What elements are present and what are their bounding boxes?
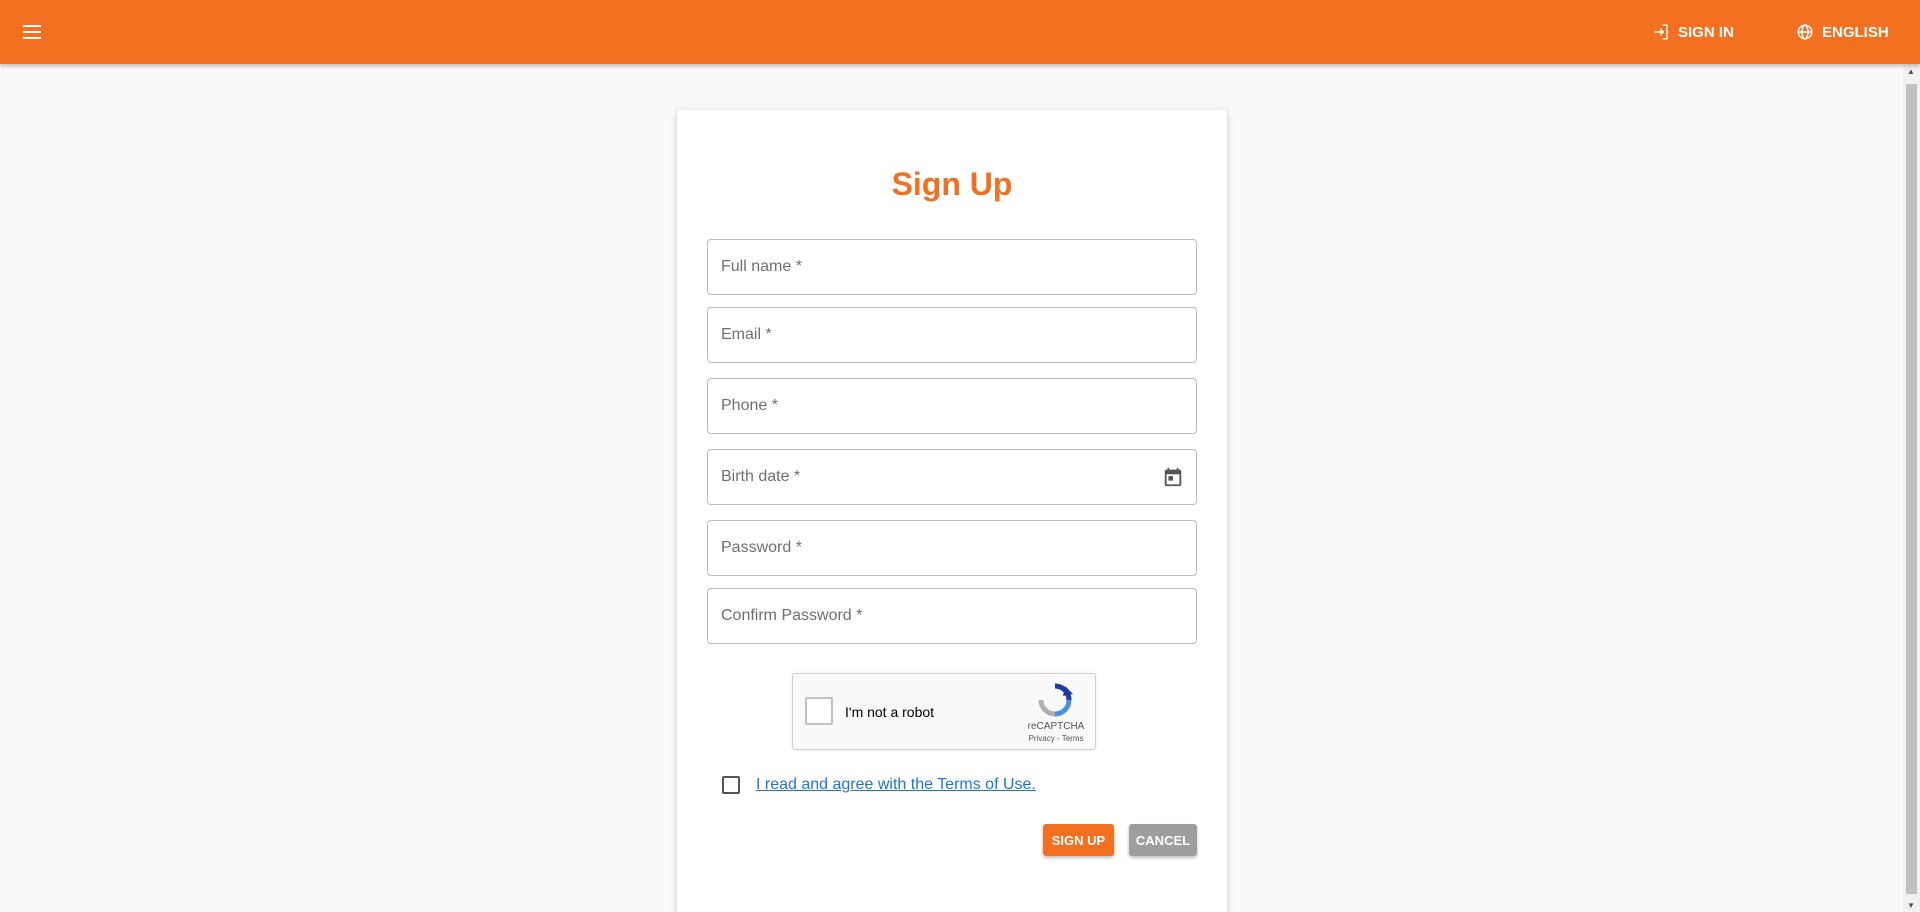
recaptcha-brand: reCAPTCHA [1027, 721, 1085, 732]
confirm-password-field[interactable]: Confirm Password * [707, 588, 1197, 644]
scroll-up-arrow-icon[interactable]: ▲ [1907, 68, 1915, 76]
page-scrollbar[interactable]: ▲ ▼ [1903, 64, 1920, 912]
phone-placeholder: Phone * [721, 397, 778, 414]
sign-in-button[interactable]: SIGN IN [1652, 20, 1734, 44]
sign-up-button[interactable]: SIGN UP [1043, 824, 1114, 856]
birth-date-placeholder: Birth date * [721, 468, 801, 485]
full-name-field[interactable]: Full name * [707, 239, 1197, 295]
recaptcha-checkbox[interactable] [805, 697, 833, 725]
confirm-password-placeholder: Confirm Password * [721, 607, 863, 624]
globe-icon [1797, 24, 1813, 40]
calendar-icon[interactable] [1162, 466, 1184, 488]
sign-in-label: SIGN IN [1678, 23, 1734, 41]
scrollbar-thumb[interactable] [1906, 84, 1917, 894]
recaptcha-label: I'm not a robot [845, 704, 935, 720]
language-label: ENGLISH [1822, 23, 1889, 41]
phone-field[interactable]: Phone * [707, 378, 1197, 434]
recaptcha-privacy-terms[interactable]: Privacy - Terms [1021, 734, 1091, 743]
recaptcha-widget: I'm not a robot reCAPTCHA Privacy - Term… [792, 673, 1096, 750]
terms-checkbox[interactable] [722, 776, 740, 794]
signup-card: Sign Up Full name * Email * Phone * Birt… [677, 110, 1227, 912]
language-selector[interactable]: ENGLISH [1796, 20, 1889, 44]
recaptcha-logo-icon [1038, 683, 1073, 717]
hamburger-menu-icon[interactable] [20, 20, 44, 44]
password-field[interactable]: Password * [707, 520, 1197, 576]
email-placeholder: Email * [721, 326, 772, 343]
cancel-button[interactable]: CANCEL [1129, 824, 1197, 856]
birth-date-field[interactable]: Birth date * [707, 449, 1197, 505]
login-icon [1654, 24, 1668, 40]
top-app-bar: SIGN IN ENGLISH [0, 0, 1920, 64]
page-title: Sign Up [891, 166, 1013, 202]
email-field[interactable]: Email * [707, 307, 1197, 363]
full-name-placeholder: Full name * [721, 258, 802, 275]
password-placeholder: Password * [721, 539, 802, 556]
scroll-down-arrow-icon[interactable]: ▼ [1907, 902, 1915, 910]
terms-of-use-link[interactable]: I read and agree with the Terms of Use. [756, 776, 1036, 794]
